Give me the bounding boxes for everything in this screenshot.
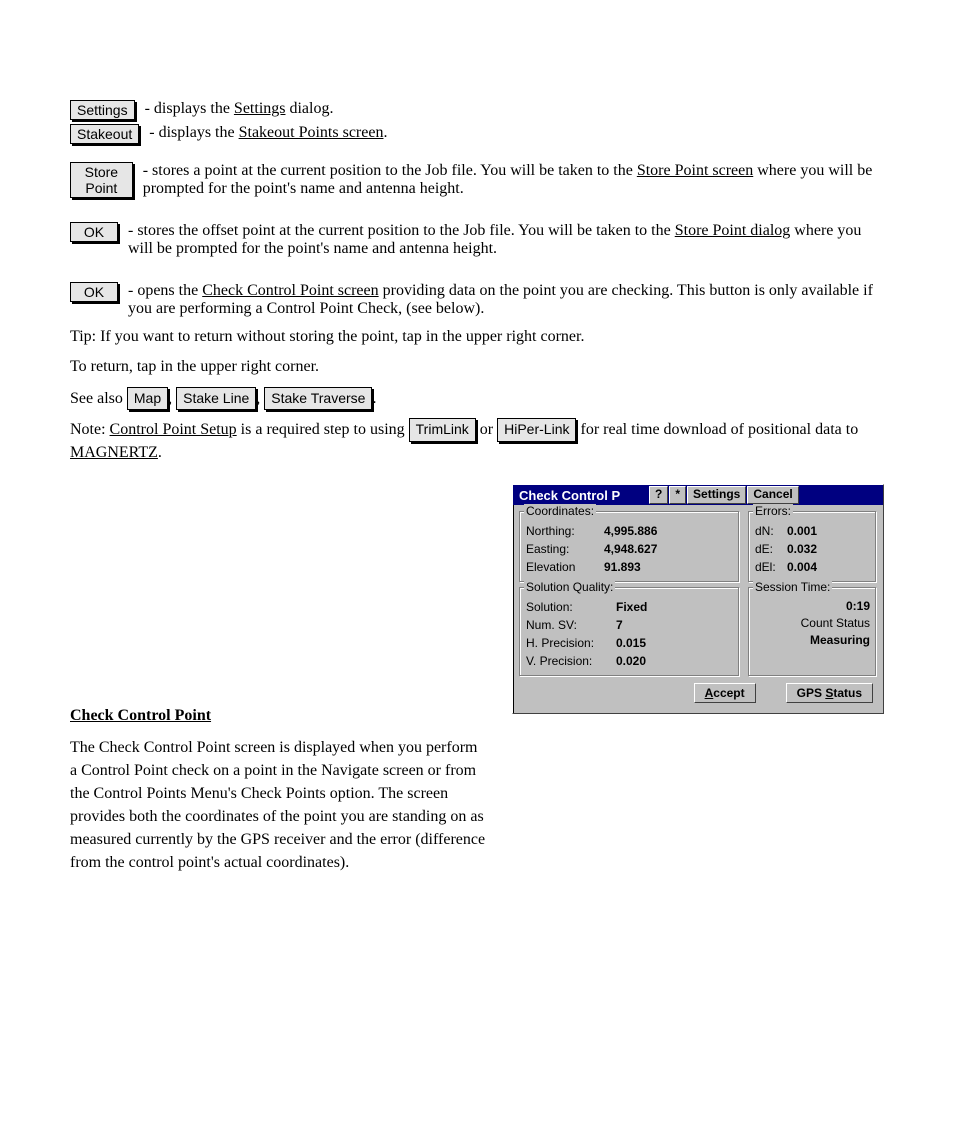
cancel-button[interactable]: Cancel	[747, 486, 798, 504]
group-legend: Errors:	[753, 504, 793, 518]
vprec-label: V. Precision:	[526, 652, 610, 670]
dialog-body: Coordinates: Northing: 4,995.886 Easting:…	[513, 505, 883, 713]
storepoint-button-ref: Store Point	[70, 162, 133, 198]
dialog-buttons: Accept GPS Status	[517, 679, 879, 709]
map-button-ref: Map	[127, 387, 168, 411]
magnertz-link[interactable]: MAGNERTZ	[70, 444, 158, 461]
stakeout-points-link[interactable]: Stakeout Points screen	[239, 124, 384, 141]
dialog-titlebar: Check Control P ? * Settings Cancel	[513, 485, 883, 505]
group-legend: Solution Quality:	[524, 580, 615, 594]
text: or	[480, 421, 497, 438]
text: .	[158, 444, 162, 461]
hiperlink-button-ref: HiPer-Link	[497, 418, 576, 442]
stakeline-button-ref: Stake Line	[176, 387, 256, 411]
numsv-label: Num. SV:	[526, 616, 610, 634]
store-point-screen-link[interactable]: Store Point screen	[637, 162, 753, 179]
instr-text: - displays the Settings dialog.	[145, 100, 334, 118]
staketrav-button-ref: Stake Traverse	[264, 387, 372, 411]
vprec-value: 0.020	[616, 652, 646, 670]
easting-label: Easting:	[526, 540, 598, 558]
section-text: Check Control Point The Check Control Po…	[70, 484, 488, 874]
measuring-status: Measuring	[755, 632, 870, 649]
elevation-value: 91.893	[604, 558, 641, 576]
instr-row-settings: Settings - displays the Settings dialog.	[70, 100, 884, 120]
solution-value: Fixed	[616, 598, 647, 616]
group-legend: Coordinates:	[524, 504, 596, 518]
control-point-setup-link[interactable]: Control Point Setup	[110, 421, 237, 438]
stakeout-button-ref: Stakeout	[70, 124, 139, 144]
instr-row-storepoint: Store Point - stores a point at the curr…	[70, 162, 884, 198]
ok-button-ref: OK	[70, 282, 118, 302]
instr-text: - stores the offset point at the current…	[128, 222, 884, 258]
see-also: See also Map, Stake Line, Stake Traverse…	[70, 387, 884, 411]
elevation-label: Elevation	[526, 558, 598, 576]
instr-row-ok2: OK - opens the Check Control Point scree…	[70, 282, 884, 318]
dialog-title: Check Control P	[515, 488, 648, 503]
text: - stores a point at the current position…	[143, 162, 637, 179]
northing-label: Northing:	[526, 522, 598, 540]
hprec-label: H. Precision:	[526, 634, 610, 652]
errors-group: Errors: dN:0.001 dE:0.032 dEl:0.004	[748, 511, 877, 583]
text: - displays the	[145, 100, 230, 117]
star-button[interactable]: *	[669, 486, 686, 504]
dn-value: 0.001	[787, 522, 817, 540]
tip-paragraph: Tip: If you want to return without stori…	[70, 326, 884, 348]
settings-link[interactable]: Settings	[234, 100, 286, 117]
del-value: 0.004	[787, 558, 817, 576]
group-legend: Session Time:	[753, 580, 832, 594]
check-control-point-link[interactable]: Check Control Point screen	[202, 282, 378, 299]
solution-quality-group: Solution Quality: Solution:Fixed Num. SV…	[519, 587, 740, 677]
numsv-value: 7	[616, 616, 623, 634]
instr-text: - opens the Check Control Point screen p…	[128, 282, 884, 318]
session-time-value: 0:19	[755, 598, 870, 615]
ok-button-ref: OK	[70, 222, 118, 242]
coordinates-group: Coordinates: Northing:4,995.886 Easting:…	[519, 511, 740, 583]
help-button[interactable]: ?	[649, 486, 668, 504]
session-time-group: Session Time: 0:19 Count Status Measurin…	[748, 587, 877, 677]
store-point-dialog-link[interactable]: Store Point dialog	[675, 222, 791, 239]
del-label: dEl:	[755, 558, 781, 576]
text: for real time download of positional dat…	[580, 421, 858, 438]
text: dialog.	[285, 100, 333, 117]
settings-button[interactable]: Settings	[687, 486, 746, 504]
note-paragraph: Note: Control Point Setup is a required …	[70, 418, 884, 464]
northing-value: 4,995.886	[604, 522, 657, 540]
count-status-label: Count Status	[755, 615, 870, 632]
trimlink-button-ref: TrimLink	[409, 418, 476, 442]
easting-value: 4,948.627	[604, 540, 657, 558]
de-value: 0.032	[787, 540, 817, 558]
return-paragraph: To return, tap in the upper right corner…	[70, 356, 884, 378]
document-page: Settings - displays the Settings dialog.…	[0, 0, 954, 1146]
section-heading: Check Control Point	[70, 704, 488, 727]
text: - stores the offset point at the current…	[128, 222, 675, 239]
hprec-value: 0.015	[616, 634, 646, 652]
gps-status-button[interactable]: GPS Status	[786, 683, 873, 703]
instr-row-stakeout: Stakeout - displays the Stakeout Points …	[70, 124, 884, 144]
section-body: The Check Control Point screen is displa…	[70, 736, 488, 875]
text: See also	[70, 390, 127, 407]
settings-button-ref: Settings	[70, 100, 135, 120]
solution-label: Solution:	[526, 598, 610, 616]
text: - opens the	[128, 282, 202, 299]
check-control-point-dialog: Check Control P ? * Settings Cancel Coor…	[512, 484, 884, 714]
dn-label: dN:	[755, 522, 781, 540]
instr-row-ok1: OK - stores the offset point at the curr…	[70, 222, 884, 258]
instr-text: - displays the Stakeout Points screen.	[149, 124, 387, 142]
text: is a required step to using	[241, 421, 409, 438]
accept-button[interactable]: Accept	[694, 683, 756, 703]
text: - displays the	[149, 124, 234, 141]
de-label: dE:	[755, 540, 781, 558]
instr-text: - stores a point at the current position…	[143, 162, 884, 198]
section-two-col: Check Control Point The Check Control Po…	[70, 484, 884, 874]
text: Note:	[70, 421, 110, 438]
text: .	[383, 124, 387, 141]
